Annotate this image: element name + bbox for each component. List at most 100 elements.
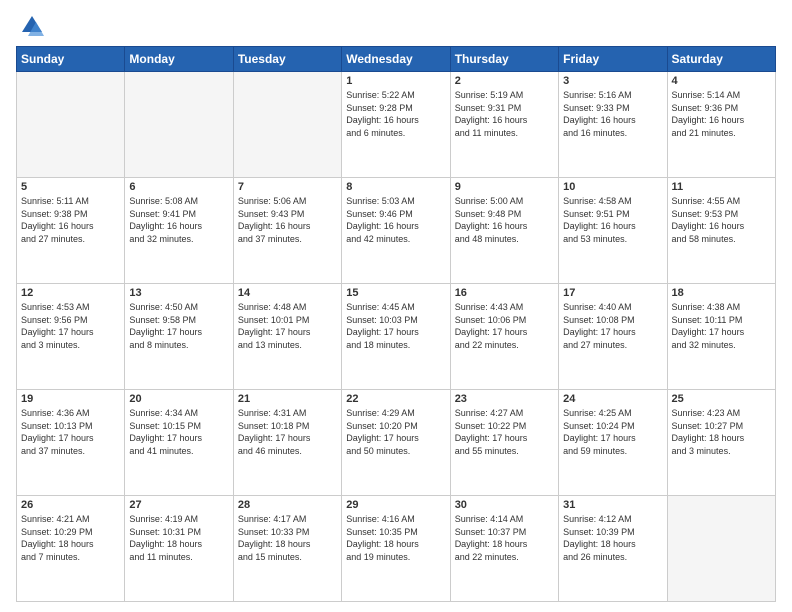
calendar-table: SundayMondayTuesdayWednesdayThursdayFrid… — [16, 46, 776, 602]
day-cell: 3 Sunrise: 5:16 AM Sunset: 9:33 PM Daylig… — [559, 72, 667, 178]
day-number: 29 — [346, 499, 445, 511]
day-cell: 30 Sunrise: 4:14 AM Sunset: 10:37 PM Dayl… — [450, 496, 558, 602]
day-cell: 23Sunrise: 4:27 AM Sunset: 10:22 PM Dayl… — [450, 390, 558, 496]
day-cell: 31 Sunrise: 4:12 AM Sunset: 10:39 PM Dayl… — [559, 496, 667, 602]
day-info: Sunrise: 5:16 AM Sunset: 9:33 PM Dayligh… — [563, 89, 662, 139]
day-cell — [667, 496, 775, 602]
day-info: Sunrise: 5:06 AM Sunset: 9:43 PM Dayligh… — [238, 195, 337, 245]
day-number: 18 — [672, 287, 771, 299]
day-info: Sunrise: 5:22 AM Sunset: 9:28 PM Dayligh… — [346, 89, 445, 139]
day-cell: 7 Sunrise: 5:06 AM Sunset: 9:43 PM Daylig… — [233, 178, 341, 284]
day-info: Sunrise: 4:12 AM Sunset: 10:39 PM Daylig… — [563, 513, 662, 563]
day-info: Sunrise: 4:29 AM Sunset: 10:20 PM Daylig… — [346, 407, 445, 457]
day-info: Sunrise: 4:45 AM Sunset: 10:03 PM Daylig… — [346, 301, 445, 351]
weekday-friday: Friday — [559, 47, 667, 72]
day-cell: 4 Sunrise: 5:14 AM Sunset: 9:36 PM Daylig… — [667, 72, 775, 178]
day-number: 9 — [455, 181, 554, 193]
day-info: Sunrise: 4:55 AM Sunset: 9:53 PM Dayligh… — [672, 195, 771, 245]
day-cell: 22Sunrise: 4:29 AM Sunset: 10:20 PM Dayl… — [342, 390, 450, 496]
day-cell: 2 Sunrise: 5:19 AM Sunset: 9:31 PM Daylig… — [450, 72, 558, 178]
day-number: 5 — [21, 181, 120, 193]
day-info: Sunrise: 5:14 AM Sunset: 9:36 PM Dayligh… — [672, 89, 771, 139]
day-number: 12 — [21, 287, 120, 299]
day-info: Sunrise: 4:48 AM Sunset: 10:01 PM Daylig… — [238, 301, 337, 351]
day-cell: 26Sunrise: 4:21 AM Sunset: 10:29 PM Dayl… — [17, 496, 125, 602]
day-cell: 27Sunrise: 4:19 AM Sunset: 10:31 PM Dayl… — [125, 496, 233, 602]
day-number: 24 — [563, 393, 662, 405]
day-number: 21 — [238, 393, 337, 405]
weekday-thursday: Thursday — [450, 47, 558, 72]
day-cell: 25Sunrise: 4:23 AM Sunset: 10:27 PM Dayl… — [667, 390, 775, 496]
day-number: 8 — [346, 181, 445, 193]
weekday-sunday: Sunday — [17, 47, 125, 72]
day-number: 3 — [563, 75, 662, 87]
day-number: 26 — [21, 499, 120, 511]
day-number: 1 — [346, 75, 445, 87]
day-cell: 16Sunrise: 4:43 AM Sunset: 10:06 PM Dayl… — [450, 284, 558, 390]
day-cell: 17 Sunrise: 4:40 AM Sunset: 10:08 PM Dayl… — [559, 284, 667, 390]
day-number: 13 — [129, 287, 228, 299]
day-info: Sunrise: 4:16 AM Sunset: 10:35 PM Daylig… — [346, 513, 445, 563]
week-row-5: 26Sunrise: 4:21 AM Sunset: 10:29 PM Dayl… — [17, 496, 776, 602]
day-cell: 13 Sunrise: 4:50 AM Sunset: 9:58 PM Dayli… — [125, 284, 233, 390]
day-info: Sunrise: 4:34 AM Sunset: 10:15 PM Daylig… — [129, 407, 228, 457]
day-cell: 15Sunrise: 4:45 AM Sunset: 10:03 PM Dayl… — [342, 284, 450, 390]
day-cell: 9Sunrise: 5:00 AM Sunset: 9:48 PM Daylig… — [450, 178, 558, 284]
day-cell: 28Sunrise: 4:17 AM Sunset: 10:33 PM Dayl… — [233, 496, 341, 602]
day-number: 4 — [672, 75, 771, 87]
day-info: Sunrise: 4:23 AM Sunset: 10:27 PM Daylig… — [672, 407, 771, 457]
day-cell: 8 Sunrise: 5:03 AM Sunset: 9:46 PM Daylig… — [342, 178, 450, 284]
weekday-tuesday: Tuesday — [233, 47, 341, 72]
day-number: 27 — [129, 499, 228, 511]
day-cell: 21Sunrise: 4:31 AM Sunset: 10:18 PM Dayl… — [233, 390, 341, 496]
week-row-3: 12 Sunrise: 4:53 AM Sunset: 9:56 PM Dayli… — [17, 284, 776, 390]
weekday-saturday: Saturday — [667, 47, 775, 72]
week-row-1: 1 Sunrise: 5:22 AM Sunset: 9:28 PM Daylig… — [17, 72, 776, 178]
day-cell: 5 Sunrise: 5:11 AM Sunset: 9:38 PM Daylig… — [17, 178, 125, 284]
day-number: 11 — [672, 181, 771, 193]
day-cell — [233, 72, 341, 178]
day-number: 23 — [455, 393, 554, 405]
day-info: Sunrise: 5:03 AM Sunset: 9:46 PM Dayligh… — [346, 195, 445, 245]
day-number: 6 — [129, 181, 228, 193]
day-number: 17 — [563, 287, 662, 299]
day-info: Sunrise: 4:25 AM Sunset: 10:24 PM Daylig… — [563, 407, 662, 457]
day-info: Sunrise: 4:40 AM Sunset: 10:08 PM Daylig… — [563, 301, 662, 351]
day-info: Sunrise: 4:50 AM Sunset: 9:58 PM Dayligh… — [129, 301, 228, 351]
day-number: 7 — [238, 181, 337, 193]
day-info: Sunrise: 4:38 AM Sunset: 10:11 PM Daylig… — [672, 301, 771, 351]
day-cell: 18 Sunrise: 4:38 AM Sunset: 10:11 PM Dayl… — [667, 284, 775, 390]
day-number: 16 — [455, 287, 554, 299]
day-number: 14 — [238, 287, 337, 299]
day-cell: 1 Sunrise: 5:22 AM Sunset: 9:28 PM Daylig… — [342, 72, 450, 178]
day-cell: 12 Sunrise: 4:53 AM Sunset: 9:56 PM Dayli… — [17, 284, 125, 390]
day-cell: 20Sunrise: 4:34 AM Sunset: 10:15 PM Dayl… — [125, 390, 233, 496]
day-info: Sunrise: 5:11 AM Sunset: 9:38 PM Dayligh… — [21, 195, 120, 245]
day-info: Sunrise: 4:53 AM Sunset: 9:56 PM Dayligh… — [21, 301, 120, 351]
day-cell: 19 Sunrise: 4:36 AM Sunset: 10:13 PM Dayl… — [17, 390, 125, 496]
day-cell: 6 Sunrise: 5:08 AM Sunset: 9:41 PM Daylig… — [125, 178, 233, 284]
day-cell: 10Sunrise: 4:58 AM Sunset: 9:51 PM Dayli… — [559, 178, 667, 284]
weekday-header-row: SundayMondayTuesdayWednesdayThursdayFrid… — [17, 47, 776, 72]
day-number: 2 — [455, 75, 554, 87]
weekday-wednesday: Wednesday — [342, 47, 450, 72]
page: SundayMondayTuesdayWednesdayThursdayFrid… — [0, 0, 792, 612]
week-row-4: 19 Sunrise: 4:36 AM Sunset: 10:13 PM Dayl… — [17, 390, 776, 496]
day-info: Sunrise: 4:36 AM Sunset: 10:13 PM Daylig… — [21, 407, 120, 457]
day-number: 19 — [21, 393, 120, 405]
logo — [16, 12, 46, 40]
day-cell: 29 Sunrise: 4:16 AM Sunset: 10:35 PM Dayl… — [342, 496, 450, 602]
day-info: Sunrise: 4:17 AM Sunset: 10:33 PM Daylig… — [238, 513, 337, 563]
day-info: Sunrise: 4:14 AM Sunset: 10:37 PM Daylig… — [455, 513, 554, 563]
logo-icon — [16, 12, 44, 40]
day-info: Sunrise: 5:19 AM Sunset: 9:31 PM Dayligh… — [455, 89, 554, 139]
day-info: Sunrise: 5:08 AM Sunset: 9:41 PM Dayligh… — [129, 195, 228, 245]
day-number: 30 — [455, 499, 554, 511]
day-info: Sunrise: 4:58 AM Sunset: 9:51 PM Dayligh… — [563, 195, 662, 245]
day-cell — [125, 72, 233, 178]
day-cell — [17, 72, 125, 178]
weekday-monday: Monday — [125, 47, 233, 72]
day-cell: 11 Sunrise: 4:55 AM Sunset: 9:53 PM Dayli… — [667, 178, 775, 284]
day-cell: 24 Sunrise: 4:25 AM Sunset: 10:24 PM Dayl… — [559, 390, 667, 496]
day-number: 31 — [563, 499, 662, 511]
